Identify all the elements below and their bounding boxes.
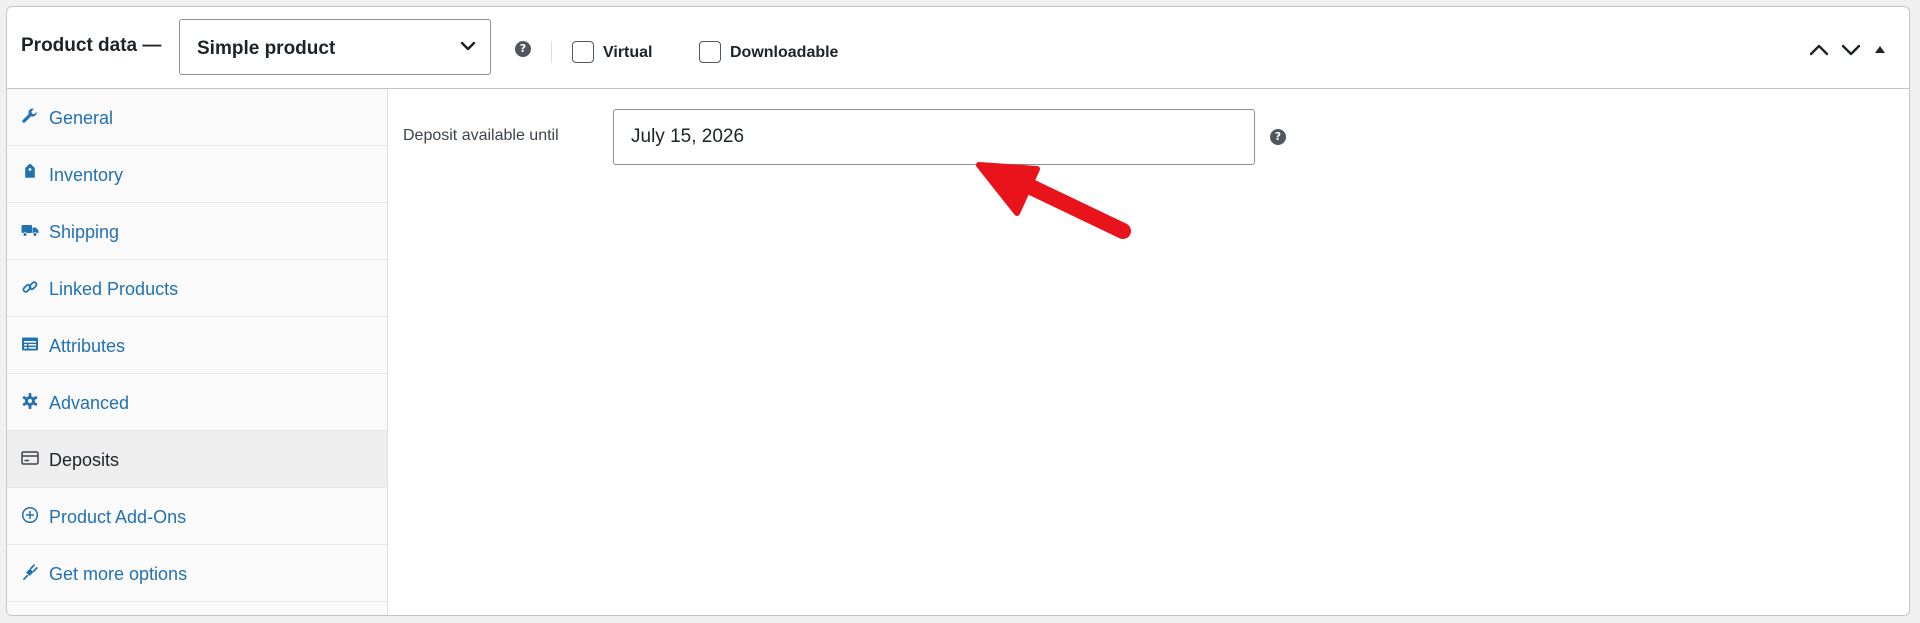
downloadable-label[interactable]: Downloadable [730,44,838,62]
product-data-header: Product data — Simple product ? Virtual … [7,7,1909,89]
virtual-label[interactable]: Virtual [603,44,653,62]
tab-product-add-ons[interactable]: Product Add-Ons [7,488,387,545]
chevron-down-icon[interactable] [1841,43,1861,57]
tab-label: Product Add-Ons [49,507,187,527]
question-circle-icon[interactable]: ? [1270,129,1286,145]
tab-label: Shipping [49,222,120,242]
help-glyph: ? [1274,130,1282,143]
tab-shipping[interactable]: Shipping [7,203,387,260]
tab-label: Advanced [49,393,130,413]
wrench-icon [22,108,37,123]
plugin-icon [23,564,38,580]
annotation-arrow-icon [976,162,1131,239]
tab-label: Deposits [49,450,120,470]
product-data-panel: Product data — Simple product ? Virtual … [6,6,1910,616]
question-circle-icon[interactable]: ? [515,41,531,57]
card-icon [21,451,39,465]
tab-label: Linked Products [49,279,179,299]
tab-attributes[interactable]: Attributes [7,317,387,374]
truck-icon [21,225,39,237]
tab-deposits[interactable]: Deposits [7,431,387,488]
product-type-select[interactable]: Simple product [179,19,491,75]
downloadable-checkbox[interactable] [699,41,721,63]
plus-circle-icon [21,506,39,524]
tab-advanced[interactable]: Advanced [7,374,387,431]
tab-get-more-options[interactable]: Get more options [7,545,387,602]
header-divider [551,41,552,63]
link-icon [22,281,38,293]
panel-title: Product data — [21,35,162,56]
chevron-down-icon [460,41,476,51]
gear-icon [22,393,38,409]
product-type-value: Simple product [197,38,336,59]
tab-label: Attributes [49,336,126,356]
triangle-up-icon[interactable] [1873,43,1887,57]
tag-icon [25,164,35,178]
list-icon [22,337,38,351]
tab-general[interactable]: General [7,89,387,146]
deposit-available-until-input[interactable] [613,109,1255,165]
deposit-available-until-label: Deposit available until [403,127,559,144]
virtual-checkbox[interactable] [572,41,594,63]
tab-label: Inventory [49,165,124,185]
tab-label: General [49,108,114,128]
help-glyph: ? [519,42,527,55]
chevron-up-icon[interactable] [1809,43,1829,57]
tab-linked-products[interactable]: Linked Products [7,260,387,317]
product-data-tabs: General Inventory Shipping Linked Produc… [7,89,388,615]
tab-label: Get more options [49,564,188,584]
tab-inventory[interactable]: Inventory [7,146,387,203]
